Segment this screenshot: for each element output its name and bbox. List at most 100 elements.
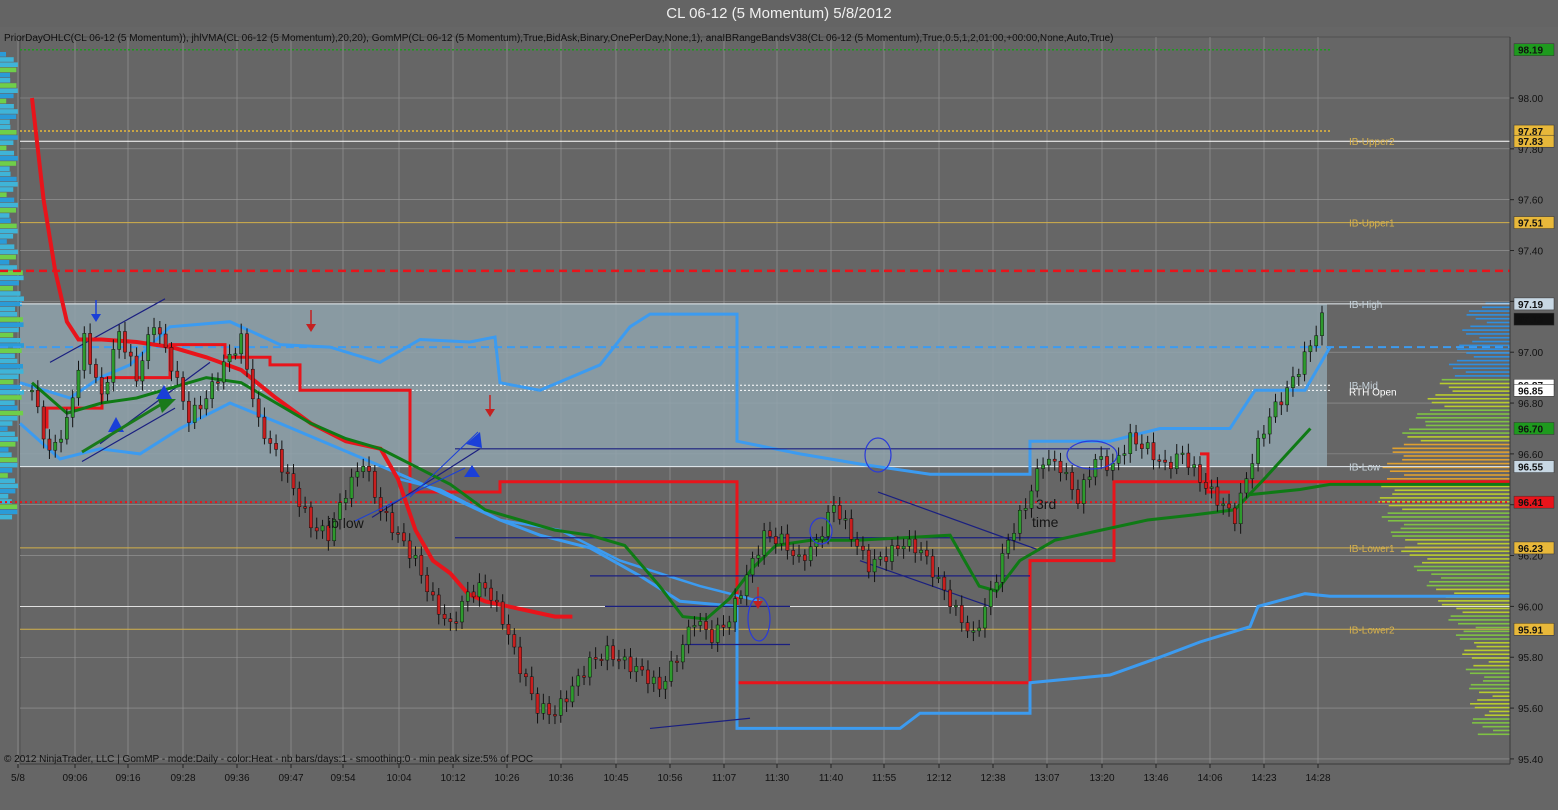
right-profile-bar bbox=[1387, 519, 1512, 522]
right-profile-bar bbox=[1475, 626, 1512, 629]
right-profile-bar bbox=[1473, 664, 1512, 667]
candle-body bbox=[925, 549, 929, 557]
x-tick-label: 10:36 bbox=[548, 773, 573, 784]
candle-body bbox=[506, 624, 511, 635]
right-profile-bar bbox=[1476, 645, 1512, 648]
right-profile-bar bbox=[1479, 336, 1512, 339]
candle-body bbox=[872, 559, 877, 573]
right-profile-bar bbox=[1473, 356, 1512, 358]
right-profile-bar bbox=[1431, 573, 1512, 575]
x-tick-label: 09:36 bbox=[224, 773, 249, 784]
candle-body bbox=[88, 333, 92, 365]
candle-body bbox=[779, 533, 784, 544]
candle-body bbox=[692, 625, 697, 628]
candle-body bbox=[680, 644, 685, 663]
candle-body bbox=[483, 582, 488, 589]
candle-body bbox=[744, 574, 749, 596]
candle-body bbox=[936, 576, 941, 579]
candle-body bbox=[1203, 482, 1208, 489]
left-profile-bar bbox=[0, 202, 18, 208]
candle-body bbox=[477, 582, 482, 598]
ib-band-label: IB-Lower1 bbox=[1349, 544, 1395, 555]
right-profile-bar bbox=[1417, 413, 1512, 415]
candle-body bbox=[163, 333, 168, 348]
y-tick-label: 98.00 bbox=[1518, 94, 1543, 105]
chart-canvas[interactable]: PriorDayOHLC(CL 06-12 (5 Momentum)), jhl… bbox=[0, 27, 1558, 810]
candle-body bbox=[1041, 464, 1045, 469]
candle-body bbox=[919, 549, 923, 554]
candle-body bbox=[390, 512, 395, 533]
right-profile-bar bbox=[1456, 359, 1512, 362]
candle-body bbox=[297, 488, 302, 507]
candle-body bbox=[1157, 459, 1162, 462]
right-profile-bar bbox=[1459, 638, 1512, 640]
candle-body bbox=[1163, 459, 1167, 463]
left-profile-bar bbox=[0, 280, 19, 286]
candle-body bbox=[773, 536, 778, 544]
candle-body bbox=[140, 360, 145, 382]
left-profile-bar bbox=[0, 145, 7, 151]
right-profile-bar bbox=[1464, 649, 1512, 652]
candle-body bbox=[1000, 553, 1005, 583]
right-profile-bar bbox=[1444, 405, 1512, 408]
x-tick-label: 14:28 bbox=[1305, 773, 1330, 784]
candle-body bbox=[1169, 462, 1173, 469]
candle-body bbox=[959, 605, 964, 623]
right-profile-bar bbox=[1392, 447, 1512, 450]
candle-body bbox=[593, 657, 598, 660]
candle-body bbox=[1314, 335, 1319, 347]
annotation-time: time bbox=[1032, 514, 1059, 530]
candle-body bbox=[396, 532, 400, 535]
candle-body bbox=[1291, 376, 1295, 388]
candle-body bbox=[1017, 510, 1022, 534]
candle-body bbox=[901, 546, 906, 550]
candle-body bbox=[1145, 442, 1150, 449]
x-tick-label: 12:12 bbox=[926, 773, 951, 784]
left-profile-bar bbox=[0, 374, 19, 379]
candle-body bbox=[576, 675, 581, 687]
right-profile-bar bbox=[1387, 512, 1512, 514]
left-profile-bar bbox=[0, 317, 23, 322]
price-axis[interactable]: 95.4095.6095.8096.0096.2096.4096.6096.80… bbox=[1509, 27, 1558, 810]
candle-body bbox=[146, 334, 151, 362]
right-profile-bar bbox=[1392, 493, 1512, 495]
left-profile-bar bbox=[0, 358, 18, 364]
left-profile-bar bbox=[0, 223, 17, 229]
candle-body bbox=[495, 599, 499, 603]
candle-body bbox=[320, 525, 325, 532]
left-profile-bar bbox=[0, 353, 15, 359]
right-profile-bar bbox=[1425, 420, 1512, 423]
candle-body bbox=[309, 506, 313, 529]
left-profile-bar bbox=[0, 171, 11, 177]
right-profile-bar bbox=[1394, 489, 1512, 492]
y-tick-label: 97.60 bbox=[1518, 196, 1543, 207]
right-profile-bar bbox=[1417, 542, 1512, 545]
right-profile-bar bbox=[1427, 397, 1512, 400]
right-profile-bar bbox=[1481, 306, 1512, 309]
x-tick-label: 12:38 bbox=[980, 773, 1005, 784]
candle-body bbox=[733, 598, 737, 623]
candle-body bbox=[890, 545, 894, 562]
price-marker-label: 97.19 bbox=[1518, 300, 1543, 311]
right-profile-bar bbox=[1457, 348, 1512, 350]
right-profile-bar bbox=[1462, 329, 1512, 331]
candle-body bbox=[471, 591, 476, 598]
x-tick-label: 09:06 bbox=[62, 773, 87, 784]
candle-body bbox=[971, 630, 976, 633]
left-profile-bar bbox=[0, 182, 18, 187]
price-marker-label: 97.51 bbox=[1518, 219, 1543, 230]
candle-body bbox=[1273, 401, 1278, 418]
candle-body bbox=[541, 703, 546, 714]
candle-body bbox=[524, 673, 528, 678]
right-profile-bar bbox=[1387, 478, 1512, 480]
candle-body bbox=[372, 471, 377, 498]
candle-body bbox=[436, 594, 441, 615]
y-tick-label: 97.40 bbox=[1518, 247, 1543, 258]
candle-body bbox=[791, 550, 796, 556]
ib-band-label: IB-Low bbox=[1349, 463, 1381, 474]
candle-body bbox=[1296, 374, 1301, 378]
left-profile-bar bbox=[0, 364, 23, 369]
candle-body bbox=[1140, 443, 1144, 449]
candle-body bbox=[1122, 453, 1127, 456]
right-profile-bar bbox=[1439, 382, 1512, 385]
